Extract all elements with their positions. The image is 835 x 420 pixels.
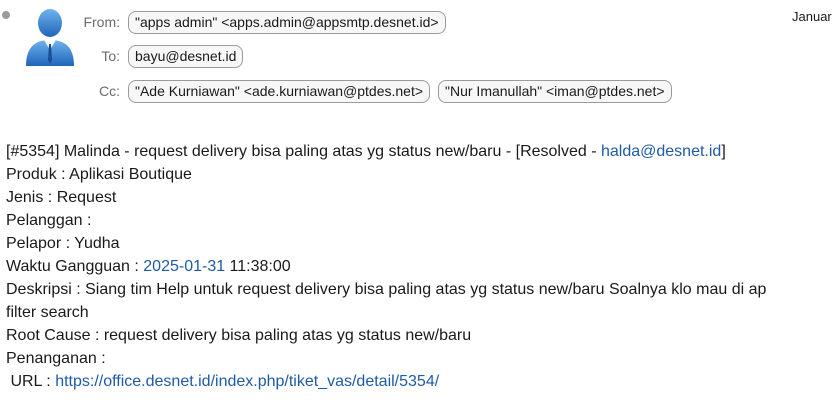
cc-address-pill[interactable]: "Ade Kurniawan" <ade.kurniawan@ptdes.net… [128, 79, 431, 103]
jenis-line: Jenis : Request [6, 189, 117, 206]
cc-address-pill[interactable]: "Nur Imanullah" <iman@ptdes.net> [438, 79, 672, 103]
pelapor-line: Pelapor : Yudha [6, 235, 120, 252]
waktu-date-link[interactable]: 2025-01-31 [143, 258, 225, 275]
subject-line: [#5354] Malinda - request delivery bisa … [6, 143, 726, 160]
waktu-line: Waktu Gangguan : 2025-01-31 11:38:00 [6, 258, 291, 275]
from-address-pill[interactable]: "apps admin" <apps.admin@appsmtp.desnet.… [128, 10, 446, 34]
to-row: To: bayu@desnet.id [0, 44, 244, 68]
ticket-url-link[interactable]: https://office.desnet.id/index.php/tiket… [55, 373, 439, 390]
cc-label: Cc: [99, 83, 120, 99]
produk-line: Produk : Aplikasi Boutique [6, 166, 192, 183]
resolver-email-link[interactable]: halda@desnet.id [601, 143, 721, 160]
to-label: To: [101, 48, 120, 64]
from-label: From: [83, 14, 120, 30]
cc-row: Cc: "Ade Kurniawan" <ade.kurniawan@ptdes… [0, 79, 672, 103]
pelanggan-line: Pelanggan : [6, 212, 92, 229]
message-date: Januar [792, 9, 832, 24]
message-body: [#5354] Malinda - request delivery bisa … [6, 140, 835, 393]
url-line: URL : https://office.desnet.id/index.php… [6, 373, 440, 390]
from-row: From: "apps admin" <apps.admin@appsmtp.d… [0, 10, 446, 34]
deskripsi-cont-line: filter search [6, 304, 89, 321]
deskripsi-line: Deskripsi : Siang tim Help untuk request… [6, 281, 767, 298]
to-address-pill[interactable]: bayu@desnet.id [128, 44, 244, 68]
penanganan-line: Penanganan : [6, 350, 106, 367]
root-cause-line: Root Cause : request delivery bisa palin… [6, 327, 472, 344]
